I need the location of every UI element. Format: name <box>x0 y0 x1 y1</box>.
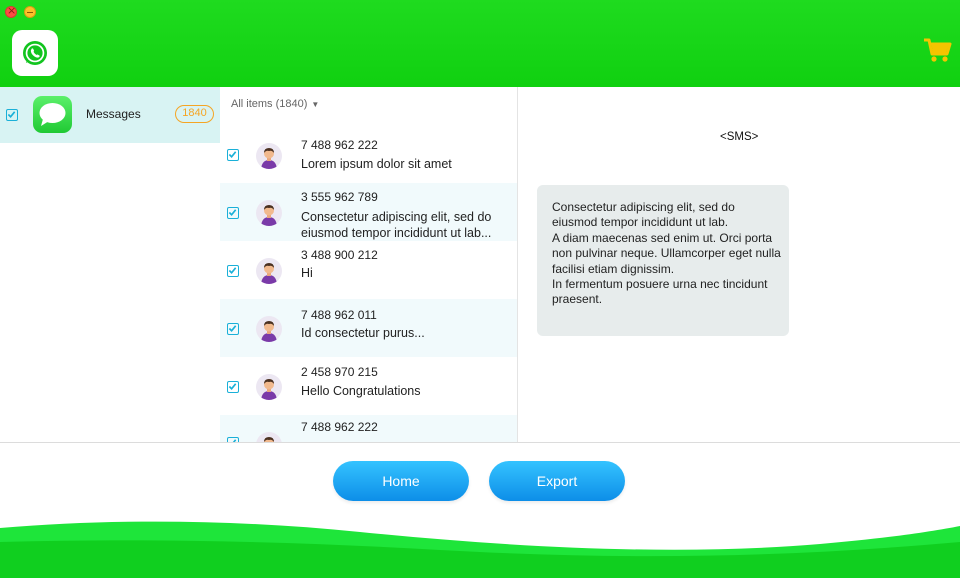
cart-icon[interactable] <box>922 35 952 65</box>
row-checkbox[interactable] <box>227 381 239 393</box>
footer-divider <box>0 442 960 443</box>
list-item[interactable]: 7 488 962 222 <box>220 415 517 442</box>
sidebar-item-label: Messages <box>86 107 141 121</box>
message-type-label: <SMS> <box>720 131 759 143</box>
list-item[interactable]: 7 488 962 222 Lorem ipsum dolor sit amet <box>220 129 517 183</box>
list-item[interactable]: 2 458 970 215 Hello Congratulations <box>220 357 517 415</box>
checkmark-icon <box>228 267 237 274</box>
row-checkbox[interactable] <box>227 207 239 219</box>
contact-number: 3 555 962 789 <box>301 190 378 204</box>
contact-avatar-icon <box>256 432 282 442</box>
checkmark-icon <box>228 151 237 158</box>
footer-wave-decoration <box>0 521 960 578</box>
message-preview: Id consectetur purus... <box>301 326 425 340</box>
window-minimize-button[interactable] <box>24 6 36 18</box>
message-list: All items (1840) ▼ 7 488 962 222 Lorem ip… <box>220 87 518 442</box>
contact-avatar-icon <box>256 200 282 226</box>
checkbox-messages[interactable] <box>6 109 18 121</box>
row-checkbox[interactable] <box>227 265 239 277</box>
message-body: Consectetur adipiscing elit, sed do eius… <box>552 200 781 307</box>
filter-dropdown[interactable]: All items (1840) ▼ <box>231 98 319 110</box>
message-bubble: Consectetur adipiscing elit, sed do eius… <box>537 185 789 336</box>
list-item[interactable]: 7 488 962 011 Id consectetur purus... <box>220 299 517 357</box>
message-preview: Lorem ipsum dolor sit amet <box>301 157 452 171</box>
count-badge: 1840 <box>175 105 214 123</box>
checkmark-icon <box>228 383 237 390</box>
message-detail-pane: <SMS> Consectetur adipiscing elit, sed d… <box>519 87 960 442</box>
caret-down-icon: ▼ <box>311 100 320 109</box>
home-button[interactable]: Home <box>333 461 469 501</box>
header-bar <box>0 0 960 87</box>
messages-app-icon <box>33 96 72 133</box>
message-preview: Consectetur adipiscing elit, sed do eius… <box>301 210 492 240</box>
checkmark-icon <box>7 111 16 118</box>
sidebar-item-messages[interactable]: Messages 1840 <box>0 87 220 143</box>
list-item[interactable]: 3 488 900 212 Hi <box>220 241 517 299</box>
checkmark-icon <box>228 325 237 332</box>
contact-number: 2 458 970 215 <box>301 365 378 379</box>
app-logo <box>12 30 58 76</box>
filter-label: All items (1840) <box>231 98 308 110</box>
category-sidebar: Messages 1840 <box>0 87 220 442</box>
contact-number: 7 488 962 011 <box>301 308 377 322</box>
message-preview: Hello Congratulations <box>301 384 421 398</box>
window-close-button[interactable] <box>5 4 17 18</box>
export-button[interactable]: Export <box>489 461 625 501</box>
contact-avatar-icon <box>256 374 282 400</box>
whatsapp-icon <box>23 41 47 65</box>
checkmark-icon <box>228 209 237 216</box>
row-checkbox[interactable] <box>227 323 239 335</box>
message-preview: Hi <box>301 266 313 280</box>
list-item[interactable]: 3 555 962 789 Consectetur adipiscing eli… <box>220 183 517 241</box>
contact-number: 3 488 900 212 <box>301 248 378 262</box>
contact-avatar-icon <box>256 316 282 342</box>
row-checkbox[interactable] <box>227 149 239 161</box>
contact-avatar-icon <box>256 258 282 284</box>
contact-avatar-icon <box>256 143 282 169</box>
contact-number: 7 488 962 222 <box>301 420 378 434</box>
contact-number: 7 488 962 222 <box>301 138 378 152</box>
